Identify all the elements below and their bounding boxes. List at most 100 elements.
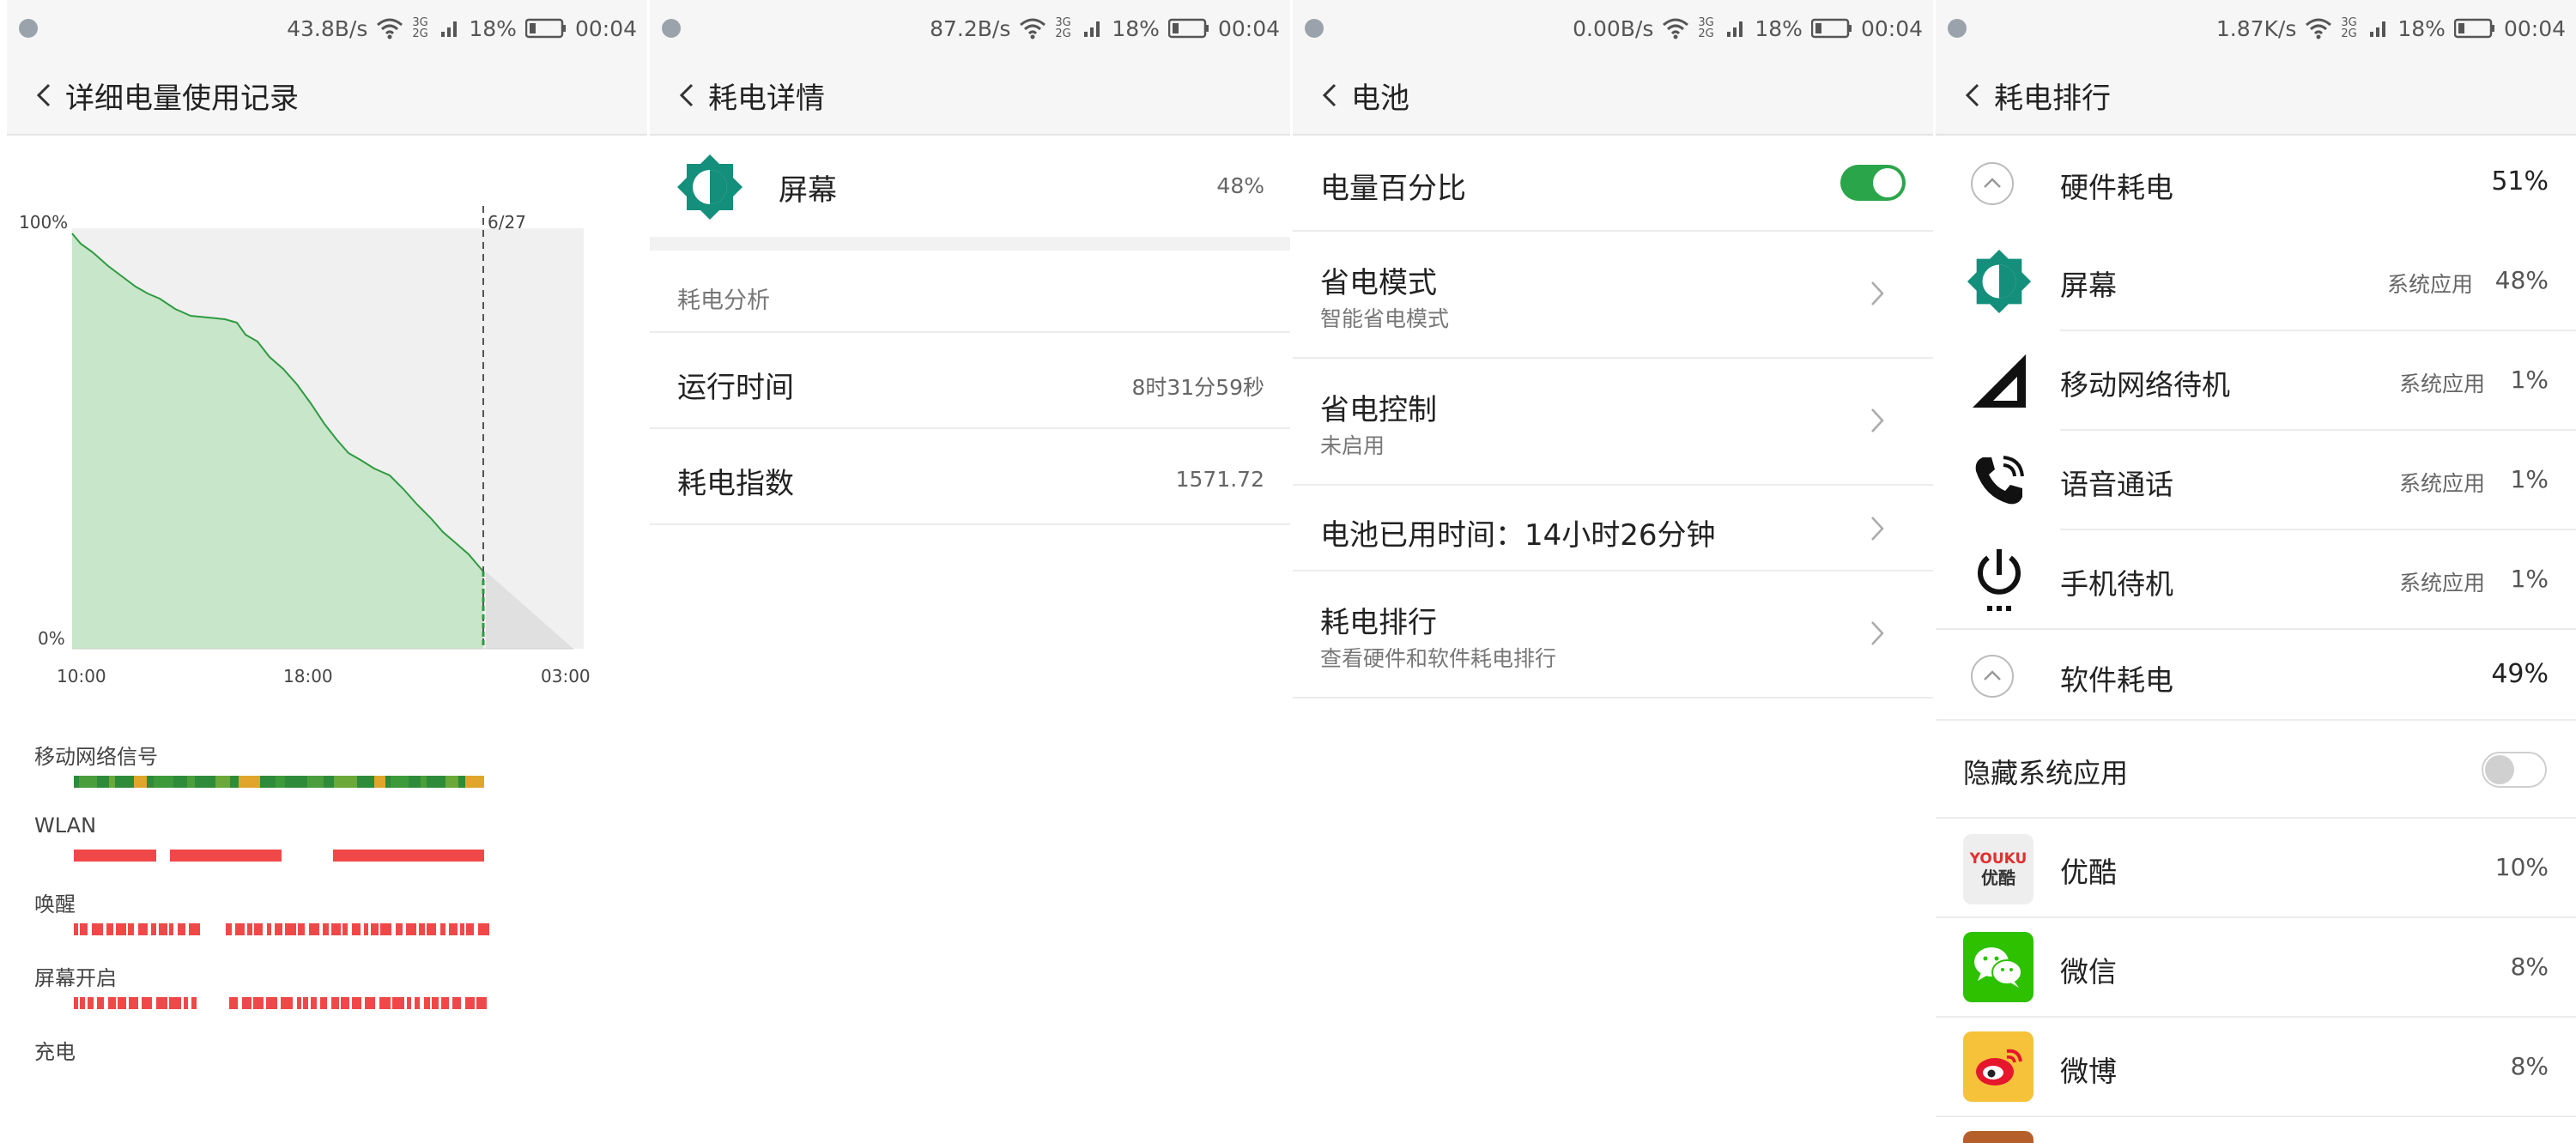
hide-system-apps-toggle[interactable] — [2482, 752, 2547, 788]
row-label: 运行时间 — [677, 371, 794, 405]
back-button[interactable] — [1315, 81, 1344, 110]
track-segment — [380, 923, 391, 935]
row-battery-usage-time[interactable]: 电池已用时间：14小时26分钟 — [1293, 486, 1933, 572]
notification-icon — [662, 19, 681, 38]
track-segment — [465, 776, 484, 788]
battery-icon — [1167, 18, 1209, 39]
clock: 00:04 — [1860, 15, 1923, 41]
track-segment — [449, 923, 458, 935]
battery-percentage-toggle[interactable] — [1840, 165, 1906, 201]
item-tag: 系统应用 — [2386, 272, 2473, 297]
list-item-voice-call[interactable]: 语音通话 系统应用 1% — [1936, 431, 2576, 530]
battery-icon — [1810, 18, 1852, 39]
chart-y-top-label: 100% — [19, 212, 69, 233]
row-battery-percentage[interactable]: 电量百分比 — [1293, 136, 1933, 232]
section-title: 耗电分析 — [677, 287, 770, 314]
list-item-wechat[interactable]: 微信 8% — [1936, 918, 2576, 1018]
track-segment — [352, 997, 361, 1009]
track-segment — [229, 997, 238, 1009]
track-segment — [478, 923, 489, 935]
network-speed: 0.00B/s — [1573, 15, 1654, 41]
track-segment — [97, 776, 109, 788]
section-header: 耗电分析 — [650, 251, 1290, 333]
track-segment — [191, 997, 197, 1009]
row-power-saving-control[interactable]: 省电控制 未启用 — [1293, 359, 1933, 486]
group-hardware[interactable]: 硬件耗电 51% — [1936, 136, 2576, 232]
track-segment — [324, 776, 334, 788]
track-segment — [421, 776, 427, 788]
chevron-left-icon — [36, 83, 51, 107]
list-item-weibo[interactable]: 微博 8% — [1936, 1018, 2576, 1117]
back-button[interactable] — [29, 81, 58, 110]
track-segment — [189, 923, 200, 935]
chart-x-tick: 18:00 — [283, 666, 333, 686]
track-segment — [465, 997, 475, 1009]
collapse-icon[interactable] — [1970, 654, 2015, 698]
track-segment — [195, 776, 215, 788]
list-item-phone-standby[interactable]: 手机待机 系统应用 1% — [1936, 530, 2576, 630]
power-item-name: 屏幕 — [779, 173, 837, 208]
row-label: 耗电排行 — [1320, 606, 1437, 640]
row-value: 1571.72 — [1175, 467, 1264, 492]
track-segment — [97, 997, 104, 1009]
group-software[interactable]: 软件耗电 49% — [1936, 630, 2576, 721]
chevron-left-icon — [1965, 83, 1979, 107]
list-item-youku[interactable]: YOUKU 优酷 优酷 10% — [1936, 819, 2576, 918]
row-power-saving-mode[interactable]: 省电模式 智能省电模式 — [1293, 232, 1933, 359]
track-bar-screen-on — [74, 997, 487, 1009]
brightness-icon — [676, 153, 744, 221]
item-name: 屏幕 — [2060, 269, 2117, 302]
track-segment — [128, 923, 134, 935]
track-segment — [331, 997, 339, 1009]
group-percent: 49% — [2491, 659, 2549, 689]
collapse-icon[interactable] — [1970, 161, 2015, 206]
track-bar-wlan — [74, 850, 484, 862]
wifi-icon — [1019, 17, 1046, 39]
page-title: 耗电排行 — [1994, 81, 2111, 116]
clock: 00:04 — [2503, 15, 2566, 41]
row-power-index: 耗电指数 1571.72 — [650, 429, 1290, 525]
track-bar-mobile-signal — [74, 776, 484, 788]
item-percent: 10% — [2494, 853, 2549, 881]
back-button[interactable] — [1958, 81, 1987, 110]
item-name: 优酷 — [2060, 856, 2117, 889]
item-name: 移动网络待机 — [2060, 368, 2230, 402]
track-segment — [169, 997, 181, 1009]
track-segment — [392, 997, 404, 1009]
item-percent: 8% — [2510, 952, 2549, 981]
page-title: 详细电量使用记录 — [65, 81, 299, 116]
track-segment — [409, 776, 421, 788]
track-segment — [108, 997, 116, 1009]
track-segment — [379, 997, 391, 1009]
row-hide-system-apps[interactable]: 隐藏系统应用 — [1936, 721, 2576, 819]
notification-icon — [1305, 19, 1324, 38]
row-run-time: 运行时间 8时31分59秒 — [650, 333, 1290, 429]
track-segment — [226, 923, 232, 935]
row-sublabel: 未启用 — [1320, 433, 1385, 458]
battery-level-chart — [71, 206, 584, 650]
track-segment — [365, 997, 375, 1009]
network-type: 3G 2G — [1055, 16, 1071, 40]
notification-icon — [1948, 19, 1967, 38]
track-segment — [115, 776, 134, 788]
back-button[interactable] — [672, 81, 701, 110]
track-bar-wake — [74, 923, 489, 935]
track-segment — [253, 997, 264, 1009]
track-segment — [254, 923, 263, 935]
track-segment — [156, 997, 167, 1009]
chart-y-bottom-label: 0% — [38, 628, 65, 649]
track-segment — [74, 850, 156, 862]
status-bar: 43.8B/s 3G 2G 18% 00:04 — [7, 0, 647, 57]
track-segment — [147, 776, 154, 788]
row-power-ranking[interactable]: 耗电排行 查看硬件和软件耗电排行 — [1293, 572, 1933, 698]
chevron-right-icon — [1871, 408, 1884, 432]
list-item-screen[interactable]: 屏幕 系统应用 48% — [1936, 232, 2576, 331]
network-speed: 43.8B/s — [287, 15, 368, 41]
battery-percent-text: 18% — [1112, 15, 1160, 41]
battery-icon — [2453, 18, 2495, 39]
track-segment — [357, 776, 374, 788]
list-item-mobile-network-standby[interactable]: 移动网络待机 系统应用 1% — [1936, 331, 2576, 431]
wifi-icon — [376, 17, 403, 39]
network-type: 3G 2G — [2341, 16, 2357, 40]
track-segment — [333, 850, 484, 862]
